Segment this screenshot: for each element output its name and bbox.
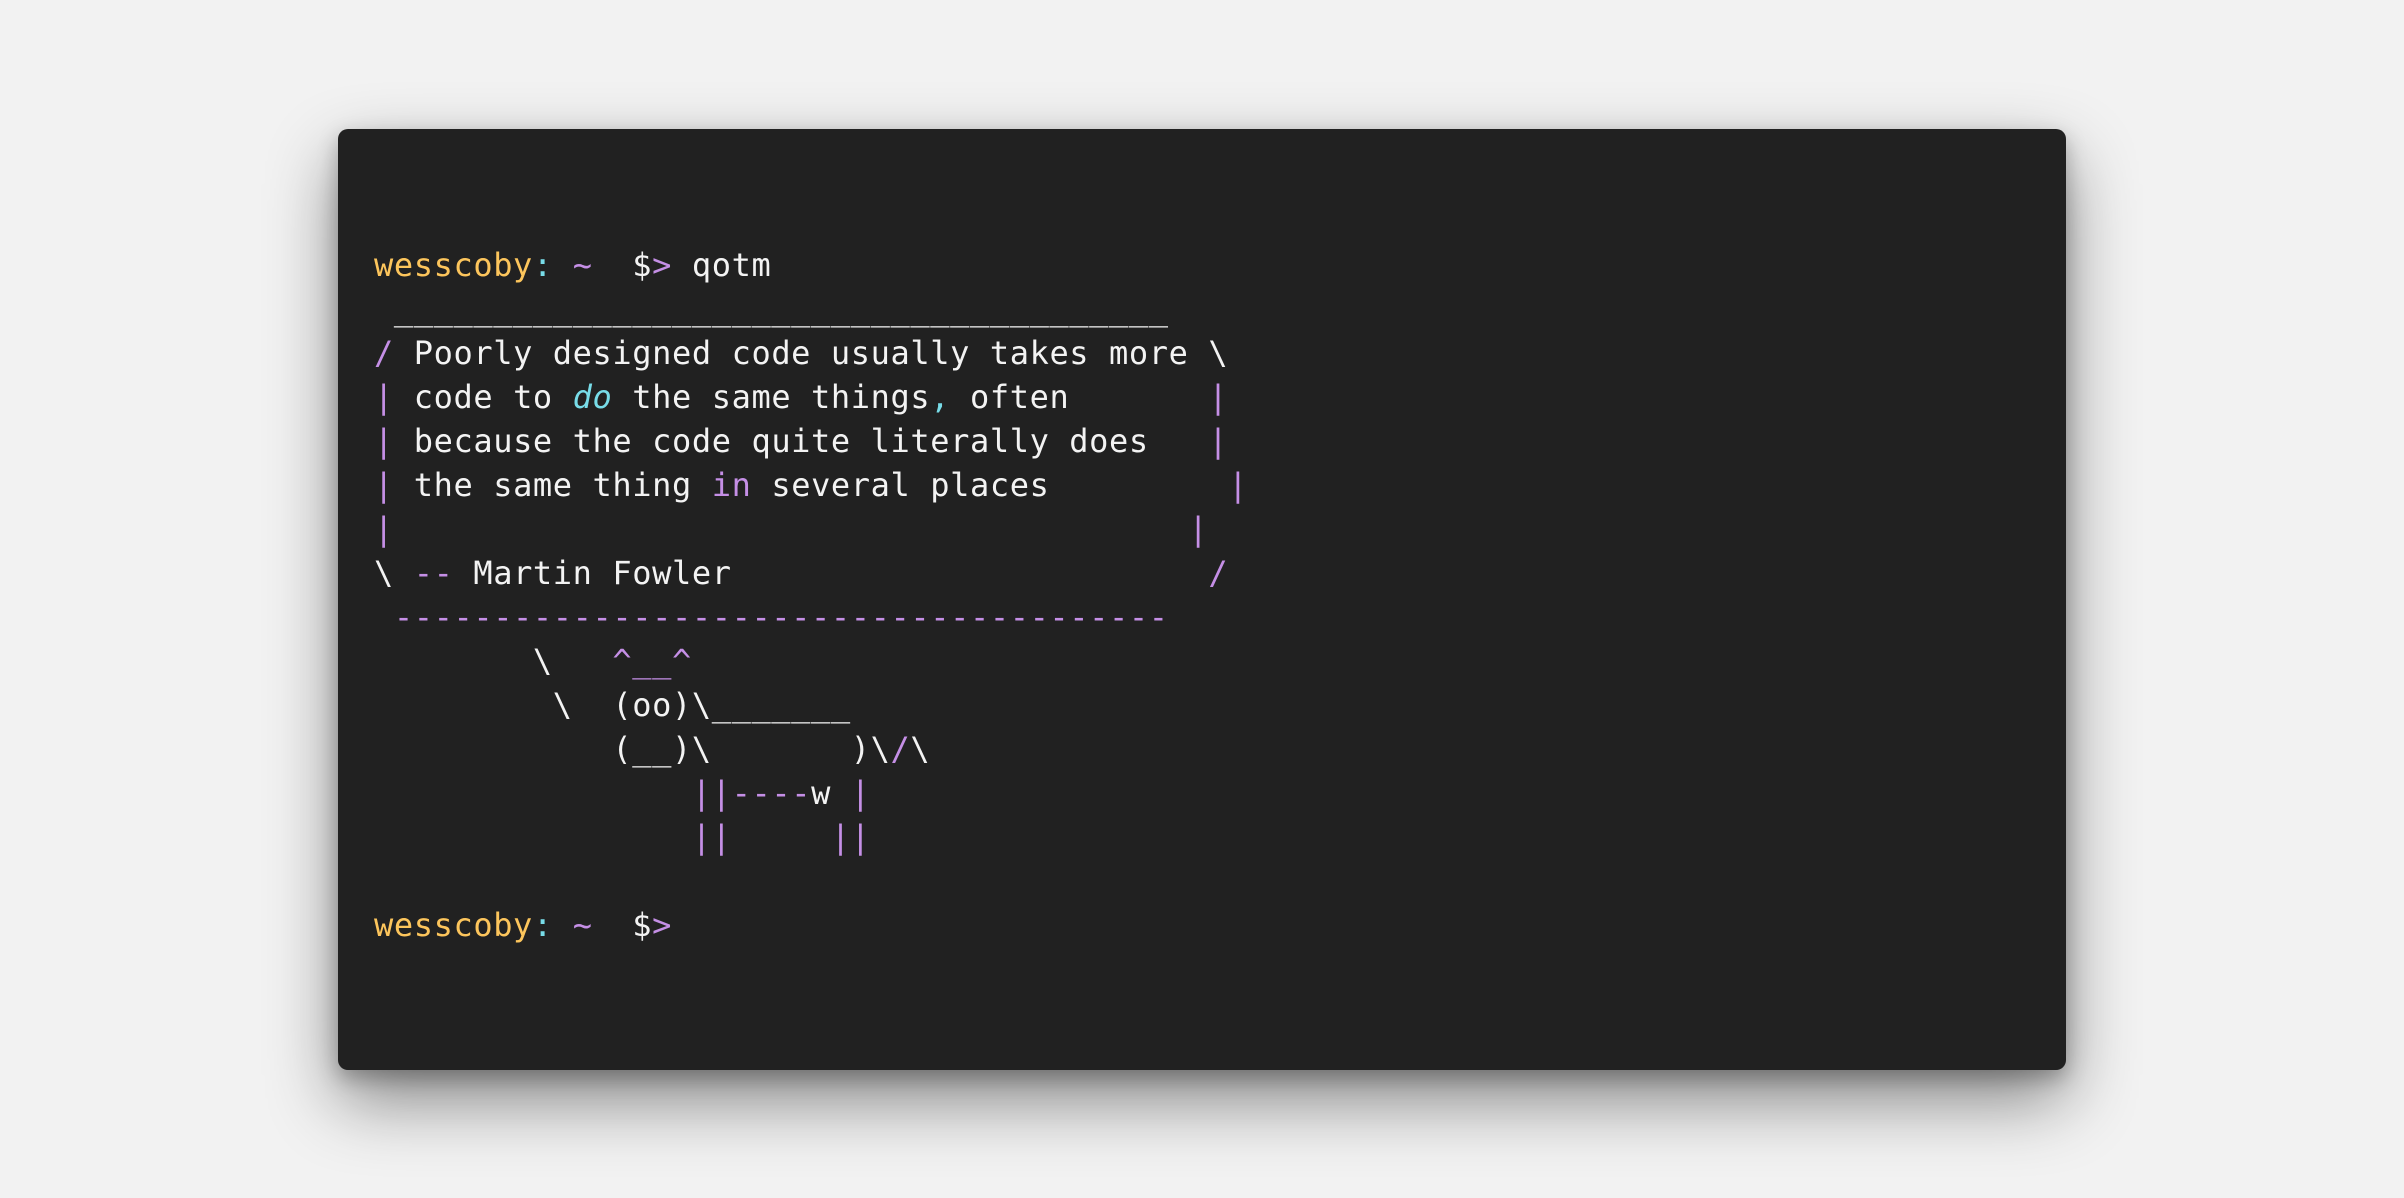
prompt-arrow: > <box>652 246 673 284</box>
terminal-window[interactable]: wesscoby: ~ $> qotm ____________________… <box>338 129 2066 1070</box>
cow-line-5: || || <box>691 818 871 856</box>
prompt-separator: : <box>532 906 553 944</box>
prompt-user: wesscoby <box>374 246 533 284</box>
quote-line-3: | because the code quite literally does … <box>374 422 1229 460</box>
prompt-dollar: $ <box>632 246 653 284</box>
prompt-path: ~ <box>572 906 593 944</box>
prompt-line: wesscoby: ~ $> qotm <box>374 243 1248 287</box>
quote-bottom-border: --------------------------------------- <box>374 598 1169 636</box>
prompt-dollar: $ <box>632 906 653 944</box>
prompt-line-current[interactable]: wesscoby: ~ $> <box>374 903 1248 947</box>
prompt-user: wesscoby <box>374 906 533 944</box>
cow-line-1: \ ^__^ <box>374 642 692 680</box>
terminal-output: wesscoby: ~ $> qotm ____________________… <box>374 243 1248 947</box>
cow-line-3: (__)\ )\/\ <box>374 730 931 768</box>
quote-line-5: | | <box>374 510 1209 548</box>
quote-line-2: | code to do the same things, often | <box>374 378 1229 416</box>
quote-line-1: / Poorly designed code usually takes mor… <box>374 334 1229 372</box>
prompt-path: ~ <box>572 246 593 284</box>
command-text: qotm <box>691 246 772 284</box>
quote-keyword: in <box>711 466 752 504</box>
cow-line-4: ||----w | <box>691 774 871 812</box>
prompt-arrow: > <box>652 906 673 944</box>
cow-line-2: \ (oo)\_______ <box>374 686 851 724</box>
quote-top-border: _______________________________________ <box>374 290 1169 328</box>
prompt-separator: : <box>532 246 553 284</box>
quote-attribution: \ -- Martin Fowler / <box>374 554 1229 592</box>
quote-author: Martin Fowler <box>453 554 1209 592</box>
quote-emphasis: do <box>572 378 613 416</box>
quote-line-4: | the same thing in several places | <box>374 466 1249 504</box>
